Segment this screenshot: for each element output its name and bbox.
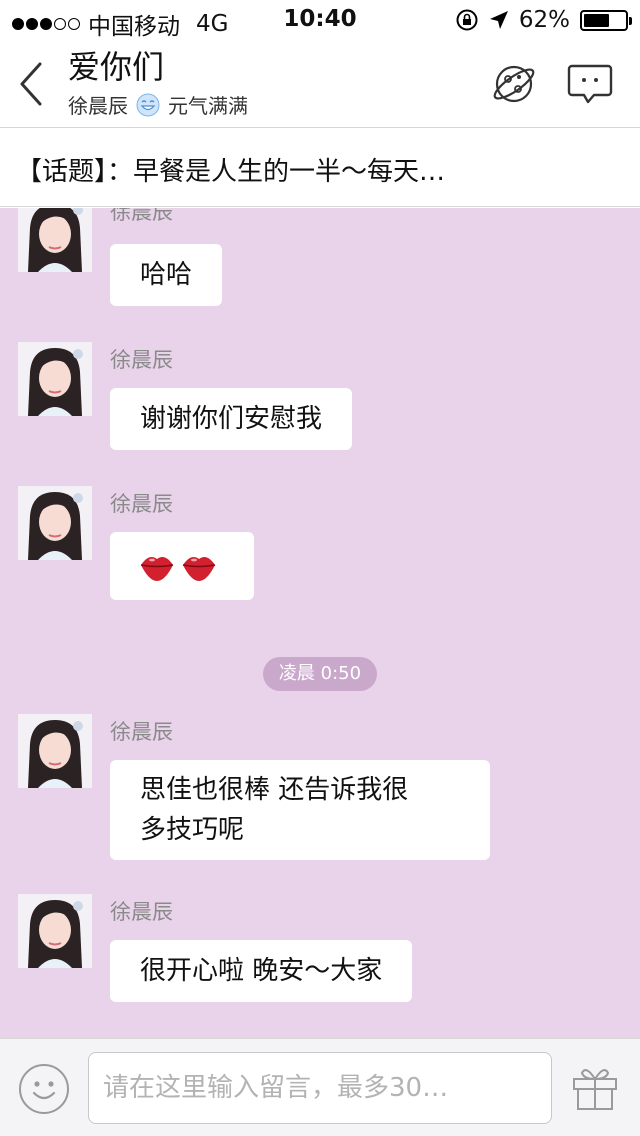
planet-icon[interactable] <box>490 60 538 108</box>
header-subtitle: 徐晨辰 元气满满 <box>68 90 248 119</box>
input-bar: 请在这里输入留言，最多30… <box>0 1038 640 1136</box>
time-divider: 凌晨 0:50 <box>263 657 377 691</box>
location-arrow-icon <box>489 11 508 29</box>
message-bubble[interactable]: 谢谢你们安慰我 <box>110 388 353 450</box>
chat-bubble-icon[interactable] <box>566 62 614 106</box>
battery-icon <box>580 9 632 31</box>
back-chevron-icon[interactable] <box>16 62 46 106</box>
page-title: 爱你们 <box>68 48 165 86</box>
message-bubble[interactable]: 思佳也很棒 还告诉我很 多技巧呢 <box>110 760 490 860</box>
rotation-lock-icon <box>456 9 478 31</box>
avatar[interactable] <box>18 486 92 560</box>
gift-icon[interactable] <box>570 1063 620 1113</box>
avatar[interactable] <box>18 714 92 788</box>
sender-name: 徐晨辰 <box>110 900 173 924</box>
chat-area[interactable]: 徐晨辰 哈哈 徐晨辰 谢谢你们安慰我 徐晨辰 凌晨 0:50 徐晨辰 思佳也很棒… <box>0 208 640 1038</box>
avatar[interactable] <box>18 894 92 968</box>
sender-name: 徐晨辰 <box>110 348 173 372</box>
header-sender-name: 徐晨辰 <box>68 94 128 118</box>
status-bar: 中国移动 4G 10:40 62% <box>0 0 640 40</box>
header-mood: 元气满满 <box>168 94 248 118</box>
message-bubble[interactable]: 很开心啦 晚安～大家 <box>110 940 413 1002</box>
message-line: 思佳也很棒 还告诉我很 <box>140 775 409 805</box>
smiley-icon[interactable] <box>18 1063 70 1115</box>
topic-banner[interactable]: 【话题】：早餐是人生的一半～每天… <box>0 129 640 207</box>
sender-name: 徐晨辰 <box>110 720 173 744</box>
sender-name: 徐晨辰 <box>110 492 173 516</box>
topic-text: 【话题】：早餐是人生的一半～每天… <box>16 157 446 187</box>
message-input[interactable]: 请在这里输入留言，最多30… <box>88 1052 552 1124</box>
sender-name: 徐晨辰 <box>110 208 173 224</box>
battery-percent: 62% <box>518 7 570 33</box>
message-bubble[interactable] <box>110 532 254 600</box>
smile-face-icon <box>136 93 160 116</box>
kiss-lips-icon <box>140 557 216 581</box>
avatar[interactable] <box>18 342 92 416</box>
status-right: 62% <box>455 7 632 33</box>
message-line: 多技巧呢 <box>140 815 245 845</box>
nav-bar: 爱你们 徐晨辰 元气满满 <box>0 40 640 128</box>
avatar[interactable] <box>18 208 92 272</box>
message-bubble[interactable]: 哈哈 <box>110 244 223 306</box>
